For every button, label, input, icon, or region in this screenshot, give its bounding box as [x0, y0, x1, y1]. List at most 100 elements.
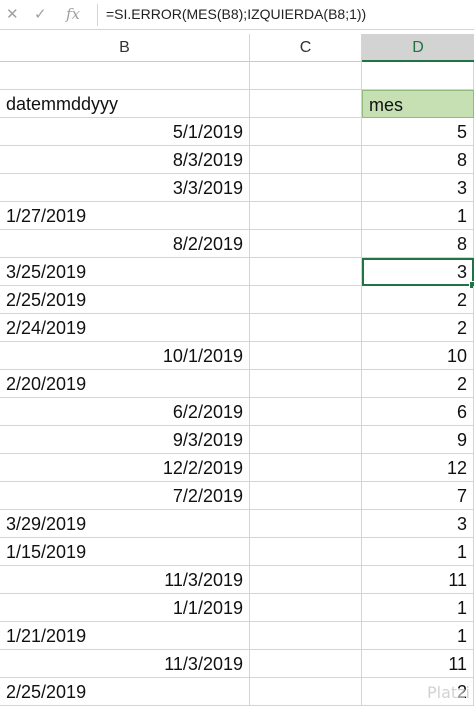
date-cell[interactable]: 12/2/2019 — [0, 454, 250, 482]
date-cell[interactable]: 7/2/2019 — [0, 482, 250, 510]
table-row: 11/3/2019 11 — [0, 566, 474, 594]
table-row: 2/20/2019 2 — [0, 370, 474, 398]
month-cell[interactable]: 12 — [362, 454, 474, 482]
month-cell[interactable]: 5 — [362, 118, 474, 146]
active-month-cell[interactable]: 3 — [362, 258, 474, 286]
cell-c[interactable] — [250, 538, 362, 566]
date-cell[interactable]: 8/3/2019 — [0, 146, 250, 174]
cell-c[interactable] — [250, 510, 362, 538]
date-cell[interactable]: 1/15/2019 — [0, 538, 250, 566]
cell-c[interactable] — [250, 398, 362, 426]
table-row: 8/2/2019 8 — [0, 230, 474, 258]
month-cell[interactable]: 8 — [362, 146, 474, 174]
month-cell[interactable]: 1 — [362, 622, 474, 650]
header-row: datemmddyyy mes — [0, 90, 474, 118]
cell-c[interactable] — [250, 90, 362, 118]
column-header-d[interactable]: D — [362, 34, 474, 62]
date-cell[interactable]: 10/1/2019 — [0, 342, 250, 370]
month-cell[interactable]: 8 — [362, 230, 474, 258]
date-cell[interactable]: 11/3/2019 — [0, 650, 250, 678]
date-cell[interactable]: 11/3/2019 — [0, 566, 250, 594]
table-row: 9/3/2019 9 — [0, 426, 474, 454]
cell-c[interactable] — [250, 174, 362, 202]
cell-d[interactable] — [362, 62, 474, 90]
cell-c[interactable] — [250, 202, 362, 230]
data-rows: 5/1/201958/3/201983/3/201931/27/201918/2… — [0, 118, 474, 706]
cell-c[interactable] — [250, 454, 362, 482]
table-row: 1/27/2019 1 — [0, 202, 474, 230]
enter-icon[interactable]: ✓ — [34, 5, 47, 23]
table-row: 8/3/2019 8 — [0, 146, 474, 174]
cell-c[interactable] — [250, 230, 362, 258]
date-cell[interactable]: 2/25/2019 — [0, 678, 250, 706]
insert-function-icon[interactable]: fx — [66, 5, 80, 23]
month-cell[interactable]: 2 — [362, 314, 474, 342]
cell-c[interactable] — [250, 566, 362, 594]
table-row: 2/24/2019 2 — [0, 314, 474, 342]
date-cell[interactable]: 1/21/2019 — [0, 622, 250, 650]
table-row: 3/25/2019 3 — [0, 258, 474, 286]
cell-c[interactable] — [250, 146, 362, 174]
month-cell[interactable]: 9 — [362, 426, 474, 454]
cell-c[interactable] — [250, 678, 362, 706]
date-cell[interactable]: 1/27/2019 — [0, 202, 250, 230]
date-cell[interactable]: 8/2/2019 — [0, 230, 250, 258]
table-row: 1/21/2019 1 — [0, 622, 474, 650]
date-cell[interactable]: 5/1/2019 — [0, 118, 250, 146]
platzi-watermark: Platzi — [427, 683, 470, 702]
date-cell[interactable]: 6/2/2019 — [0, 398, 250, 426]
cell-b[interactable] — [0, 62, 250, 90]
month-cell[interactable]: 6 — [362, 398, 474, 426]
cell-c[interactable] — [250, 118, 362, 146]
table-row: 5/1/2019 5 — [0, 118, 474, 146]
formula-bar: ✕ ✓ fx =SI.ERROR(MES(B8);IZQUIERDA(B8;1)… — [0, 0, 474, 30]
cell-c[interactable] — [250, 258, 362, 286]
cell-c[interactable] — [250, 622, 362, 650]
month-cell[interactable]: 2 — [362, 370, 474, 398]
cell-c[interactable] — [250, 314, 362, 342]
date-cell[interactable]: 2/20/2019 — [0, 370, 250, 398]
header-cell-mes[interactable]: mes — [362, 90, 474, 118]
formula-input[interactable]: =SI.ERROR(MES(B8);IZQUIERDA(B8;1)) — [106, 6, 366, 22]
month-cell[interactable]: 11 — [362, 566, 474, 594]
table-row: 3/29/2019 3 — [0, 510, 474, 538]
date-cell[interactable]: 3/25/2019 — [0, 258, 250, 286]
month-cell[interactable]: 3 — [362, 174, 474, 202]
cell-c[interactable] — [250, 370, 362, 398]
month-cell[interactable]: 2 — [362, 286, 474, 314]
table-row: 1/1/2019 1 — [0, 594, 474, 622]
cell-c[interactable] — [250, 594, 362, 622]
month-cell[interactable]: 11 — [362, 650, 474, 678]
cell-c[interactable] — [250, 482, 362, 510]
blank-row — [0, 62, 474, 90]
cell-c[interactable] — [250, 62, 362, 90]
table-row: 11/3/2019 11 — [0, 650, 474, 678]
month-cell[interactable]: 1 — [362, 594, 474, 622]
table-row: 12/2/2019 12 — [0, 454, 474, 482]
cell-c[interactable] — [250, 286, 362, 314]
table-row: 7/2/2019 7 — [0, 482, 474, 510]
table-row: 6/2/2019 6 — [0, 398, 474, 426]
month-cell[interactable]: 3 — [362, 510, 474, 538]
column-header-c[interactable]: C — [250, 34, 362, 62]
date-cell[interactable]: 3/29/2019 — [0, 510, 250, 538]
cell-c[interactable] — [250, 426, 362, 454]
date-cell[interactable]: 2/25/2019 — [0, 286, 250, 314]
cell-c[interactable] — [250, 342, 362, 370]
month-cell[interactable]: 10 — [362, 342, 474, 370]
header-cell-datemmddyyy[interactable]: datemmddyyy — [0, 90, 250, 118]
formula-bar-divider — [97, 4, 98, 26]
month-cell[interactable]: 7 — [362, 482, 474, 510]
column-header-b[interactable]: B — [0, 34, 250, 62]
table-row: 2/25/20192 — [0, 678, 474, 706]
cancel-icon[interactable]: ✕ — [6, 5, 19, 23]
cell-c[interactable] — [250, 650, 362, 678]
column-headers: B C D — [0, 34, 474, 62]
worksheet-grid: datemmddyyy mes 5/1/2019 5 8/3/2019 8 3/3/20… — [0, 62, 474, 706]
date-cell[interactable]: 9/3/2019 — [0, 426, 250, 454]
date-cell[interactable]: 2/24/2019 — [0, 314, 250, 342]
month-cell[interactable]: 1 — [362, 538, 474, 566]
month-cell[interactable]: 1 — [362, 202, 474, 230]
date-cell[interactable]: 3/3/2019 — [0, 174, 250, 202]
date-cell[interactable]: 1/1/2019 — [0, 594, 250, 622]
